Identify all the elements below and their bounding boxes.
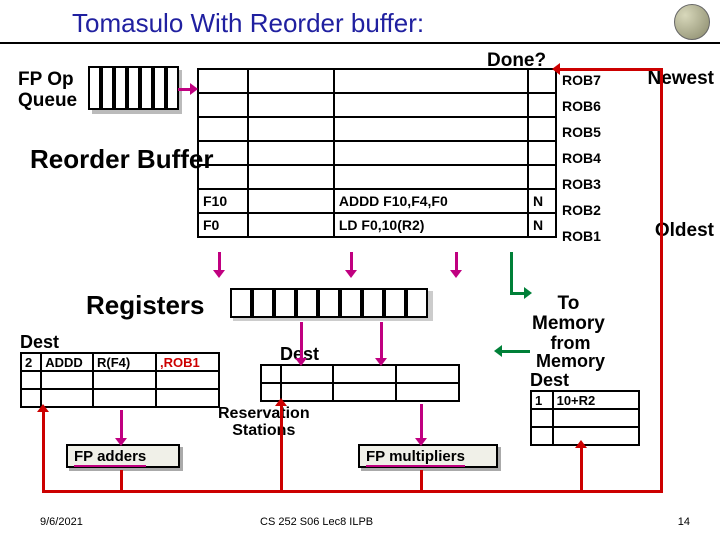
arrowhead-icon xyxy=(494,345,502,357)
rob-row xyxy=(198,117,556,141)
arrow-line-green xyxy=(510,252,513,292)
cdb-bus-line xyxy=(42,490,662,493)
rob-row: F10ADDD F10,F4,F0N xyxy=(198,189,556,213)
newest-label: Newest xyxy=(647,68,714,90)
to-memory-label: ToMemory xyxy=(532,294,605,334)
arrowhead-icon xyxy=(345,270,357,278)
arrow-line xyxy=(218,252,221,272)
rob-row xyxy=(198,93,556,117)
rob-row xyxy=(198,69,556,93)
arrowhead-icon xyxy=(375,358,387,366)
registers-box xyxy=(230,288,430,322)
arrow-line xyxy=(300,322,303,360)
cdb-bus-line xyxy=(558,68,660,71)
arrowhead-icon xyxy=(552,63,560,75)
footer-center: CS 252 S06 Lec8 ILPB xyxy=(260,516,373,528)
fp-op-queue-label: FP OpQueue xyxy=(18,70,77,112)
logo-seal-icon xyxy=(674,4,710,40)
rob-row xyxy=(198,141,556,165)
dest-label-right: Dest xyxy=(530,370,569,391)
arrowhead-icon xyxy=(524,287,532,299)
footer-page-number: 14 xyxy=(678,516,690,528)
arrow-line xyxy=(350,252,353,272)
dest-label-left: Dest xyxy=(20,332,59,353)
reservation-station-right: 110+R2 xyxy=(530,390,640,446)
cdb-bus-line xyxy=(280,404,283,490)
oldest-label: Oldest xyxy=(655,220,714,242)
reorder-buffer-table: F10ADDD F10,F4,F0N F0LD F0,10(R2)N xyxy=(197,68,557,238)
reservation-station-left: 2ADDDR(F4),ROB1 xyxy=(20,352,220,408)
cdb-bus-line xyxy=(660,68,663,493)
cdb-bus-line xyxy=(120,470,123,490)
arrowhead-icon xyxy=(450,270,462,278)
cdb-bus-line xyxy=(580,446,583,490)
arrowhead-icon xyxy=(295,358,307,366)
arrowhead-icon xyxy=(190,83,198,95)
cdb-bus-line xyxy=(420,470,423,490)
rob-row: F0LD F0,10(R2)N xyxy=(198,213,556,237)
registers-label: Registers xyxy=(86,290,205,321)
fp-multipliers-box: FP multipliers xyxy=(358,444,498,468)
fp-adders-box: FP adders xyxy=(66,444,180,468)
title-underline xyxy=(0,42,720,44)
reorder-buffer-label: Reorder Buffer xyxy=(30,144,213,175)
reservation-stations-label: ReservationStations xyxy=(218,406,310,440)
arrowhead-icon xyxy=(115,438,127,446)
reservation-station-mid xyxy=(260,364,460,402)
footer-date: 9/6/2021 xyxy=(40,516,83,528)
page-title: Tomasulo With Reorder buffer: xyxy=(72,8,424,39)
arrowhead-icon xyxy=(415,438,427,446)
from-memory-label: fromMemory xyxy=(536,334,605,370)
arrow-line xyxy=(120,410,123,440)
arrowhead-icon xyxy=(275,398,287,406)
rob-row xyxy=(198,165,556,189)
arrowhead-icon xyxy=(37,404,49,412)
arrow-line xyxy=(380,322,383,360)
arrowhead-icon xyxy=(213,270,225,278)
arrow-line-green xyxy=(500,350,530,353)
arrow-line xyxy=(455,252,458,272)
fp-op-queue-box xyxy=(88,66,178,112)
rob-id-labels: ROB7 ROB6 ROB5 ROB4 ROB3 ROB2 ROB1 xyxy=(562,68,601,250)
cdb-bus-line xyxy=(42,410,45,490)
arrow-line xyxy=(420,404,423,440)
arrowhead-icon xyxy=(575,440,587,448)
